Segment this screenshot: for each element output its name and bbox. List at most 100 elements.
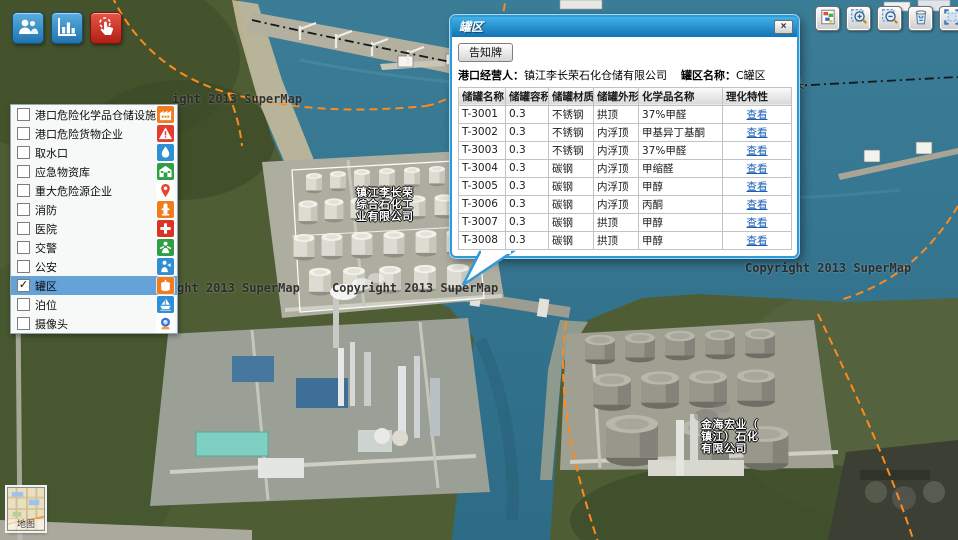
layer-label: 应急物资库 xyxy=(35,164,157,180)
table-row: T-30080.3碳钢拱顶甲醇查看 xyxy=(459,231,792,249)
dialog-title-bar[interactable]: 罐区 × xyxy=(452,17,797,37)
minimap-toggle-button[interactable]: 地图 xyxy=(7,487,45,531)
bar-chart-icon xyxy=(55,15,79,42)
layer-checkbox[interactable] xyxy=(17,241,30,254)
layer-item-water-intake[interactable]: 取水口 xyxy=(11,143,177,162)
table-cell: 碳钢 xyxy=(549,231,594,249)
company-label-zhenjiang: 镇江李长荣 综合石化工 业有限公司 xyxy=(356,187,436,223)
table-cell: 不锈钢 xyxy=(549,141,594,159)
layer-label: 医院 xyxy=(35,221,157,237)
table-cell: 37%甲醛 xyxy=(639,141,723,159)
layer-item-camera[interactable]: 摄像头 xyxy=(11,314,177,333)
select-mode-button[interactable] xyxy=(90,12,122,44)
label-line: 业有限公司 xyxy=(356,211,436,223)
legend-button[interactable] xyxy=(815,6,840,31)
view-properties-link[interactable]: 查看 xyxy=(747,163,768,175)
table-cell: 查看 xyxy=(723,213,792,231)
table-row: T-30050.3碳钢内浮顶甲醇查看 xyxy=(459,177,792,195)
layer-item-emergency-warehouse[interactable]: 应急物资库 xyxy=(11,162,177,181)
layer-label: 重大危险源企业 xyxy=(35,183,157,199)
layer-item-tank-area[interactable]: ✓罐区 xyxy=(11,276,177,295)
table-cell: 0.3 xyxy=(506,177,549,195)
view-properties-link[interactable]: 查看 xyxy=(747,109,768,121)
layer-item-berth[interactable]: 泊位 xyxy=(11,295,177,314)
table-cell: 不锈钢 xyxy=(549,123,594,141)
table-cell: T-3007 xyxy=(459,213,506,231)
view-properties-link[interactable]: 查看 xyxy=(747,127,768,139)
trash-recycle-icon xyxy=(912,8,930,29)
table-cell: 内浮顶 xyxy=(594,195,639,213)
view-properties-link[interactable]: 查看 xyxy=(747,181,768,193)
police-icon xyxy=(157,258,174,275)
layer-checkbox[interactable] xyxy=(17,260,30,273)
layer-checkbox[interactable] xyxy=(17,203,30,216)
layer-checkbox[interactable] xyxy=(17,222,30,235)
dialog-title: 罐区 xyxy=(459,20,483,34)
table-cell: 甲醇 xyxy=(639,213,723,231)
clear-button[interactable] xyxy=(908,6,933,31)
zoom-out-icon xyxy=(881,8,899,29)
layer-item-hospital[interactable]: 医院 xyxy=(11,219,177,238)
table-cell: 0.3 xyxy=(506,123,549,141)
column-header: 储罐外形 xyxy=(594,87,639,105)
layer-label: 摄像头 xyxy=(35,316,157,332)
layer-checkbox[interactable] xyxy=(17,146,30,159)
layer-checkbox[interactable] xyxy=(17,127,30,140)
view-properties-link[interactable]: 查看 xyxy=(747,217,768,229)
layer-checkbox[interactable] xyxy=(17,165,30,178)
layer-item-major-hazard[interactable]: 重大危险源企业 xyxy=(11,181,177,200)
main-toolbar xyxy=(12,12,122,44)
minimap-label: 地图 xyxy=(8,519,44,529)
table-cell: 37%甲醛 xyxy=(639,105,723,123)
zoom-out-button[interactable] xyxy=(877,6,902,31)
dialog-body: 告知牌 港口经营人：镇江李长荣石化仓储有限公司罐区名称：C罐区 储罐名称储罐容积… xyxy=(452,37,797,256)
layer-checkbox[interactable] xyxy=(17,317,30,330)
table-cell: 查看 xyxy=(723,105,792,123)
table-cell: 碳钢 xyxy=(549,195,594,213)
notice-board-button[interactable]: 告知牌 xyxy=(458,43,513,62)
layer-checkbox[interactable] xyxy=(17,108,30,121)
fire-hydrant-icon xyxy=(157,201,174,218)
tank-area-info: 港口经营人：镇江李长荣石化仓储有限公司罐区名称：C罐区 xyxy=(458,67,791,83)
layer-item-traffic-police[interactable]: 交警 xyxy=(11,238,177,257)
chemical-storage-icon xyxy=(157,106,174,123)
zoom-in-button[interactable] xyxy=(846,6,871,31)
full-extent-button[interactable] xyxy=(939,6,958,31)
table-cell: 拱顶 xyxy=(594,213,639,231)
column-header: 理化特性 xyxy=(723,87,792,105)
dialog-callout-tail xyxy=(460,250,522,288)
traffic-police-icon xyxy=(157,239,174,256)
layer-item-police[interactable]: 公安 xyxy=(11,257,177,276)
table-cell: 查看 xyxy=(723,231,792,249)
table-cell: 内浮顶 xyxy=(594,177,639,195)
label-line: 有限公司 xyxy=(701,443,781,455)
table-cell: 碳钢 xyxy=(549,177,594,195)
layer-checkbox[interactable]: ✓ xyxy=(17,279,30,292)
layer-checkbox[interactable] xyxy=(17,298,30,311)
tank-area-dialog: 罐区 × 告知牌 港口经营人：镇江李长荣石化仓储有限公司罐区名称：C罐区 储罐名… xyxy=(450,15,799,258)
table-cell: 查看 xyxy=(723,195,792,213)
area-name-value: C罐区 xyxy=(736,69,766,82)
layer-label: 港口危险货物企业 xyxy=(35,126,157,142)
layer-checkbox[interactable] xyxy=(17,184,30,197)
close-button[interactable]: × xyxy=(774,20,793,34)
layer-label: 取水口 xyxy=(35,145,157,161)
view-properties-link[interactable]: 查看 xyxy=(747,145,768,157)
table-header-row: 储罐名称储罐容积储罐材质储罐外形化学品名称理化特性 xyxy=(459,87,792,105)
table-cell: 查看 xyxy=(723,123,792,141)
layer-item-port-chem-storage[interactable]: 港口危险化学品仓储设施 xyxy=(11,105,177,124)
table-cell: 拱顶 xyxy=(594,231,639,249)
view-properties-link[interactable]: 查看 xyxy=(747,235,768,247)
layer-label: 公安 xyxy=(35,259,157,275)
layer-item-fire[interactable]: 消防 xyxy=(11,200,177,219)
contacts-button[interactable] xyxy=(12,12,44,44)
statistics-button[interactable] xyxy=(51,12,83,44)
table-cell: 碳钢 xyxy=(549,159,594,177)
layer-item-port-danger-goods[interactable]: 港口危险货物企业 xyxy=(11,124,177,143)
table-cell: 0.3 xyxy=(506,141,549,159)
layer-label: 消防 xyxy=(35,202,157,218)
view-properties-link[interactable]: 查看 xyxy=(747,199,768,211)
table-cell: 内浮顶 xyxy=(594,159,639,177)
table-cell: T-3001 xyxy=(459,105,506,123)
full-extent-icon xyxy=(943,8,958,29)
